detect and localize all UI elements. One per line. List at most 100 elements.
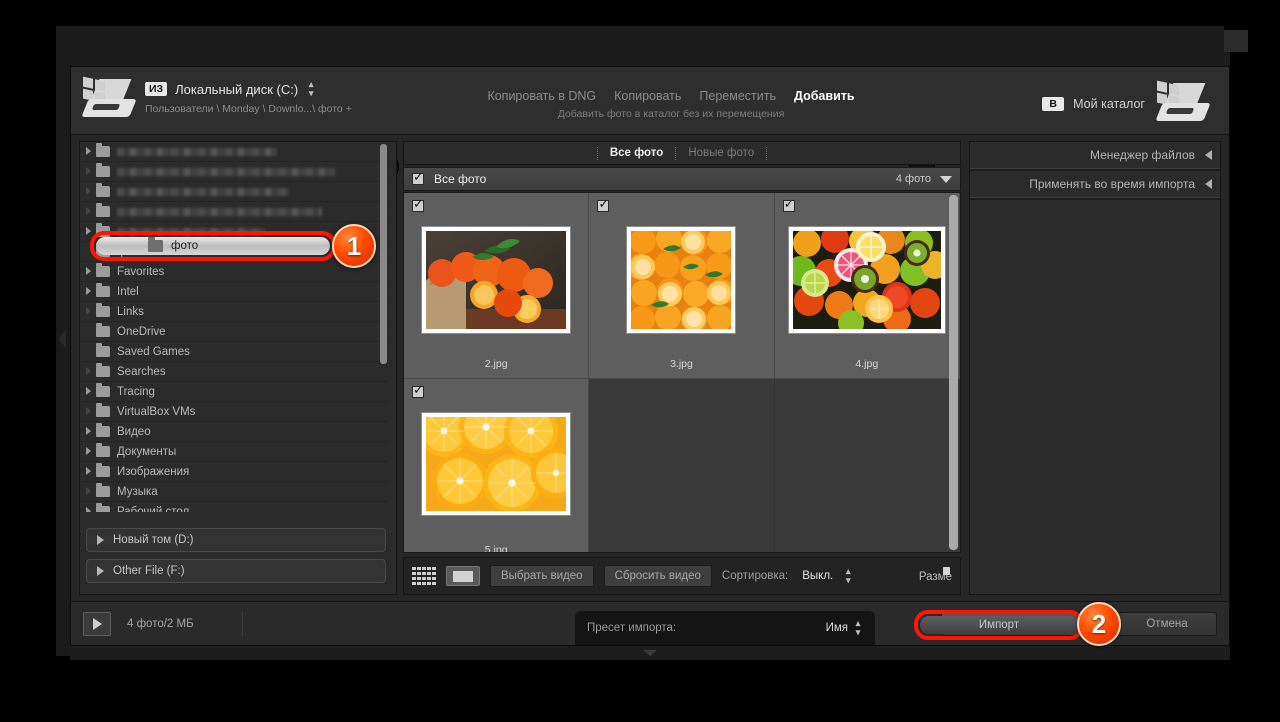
photo-cell[interactable]: 3.jpg: [589, 193, 775, 379]
preset-value[interactable]: Имя ▴ ▾: [826, 619, 863, 637]
tree-item-label: Favorites: [117, 265, 165, 278]
disclosure-caret: [97, 566, 104, 576]
cancel-button[interactable]: Отмена: [1117, 611, 1217, 636]
tree-item-label: Links: [117, 305, 144, 318]
photo-source-tabs: Все фото Новые фото: [403, 141, 961, 165]
tree-item-saved-games[interactable]: Saved Games: [80, 342, 388, 362]
volume-label: Other File (F:): [113, 565, 185, 577]
folder-icon: [96, 483, 110, 497]
thumbnail-size-control[interactable]: Разме: [896, 567, 952, 585]
tree-item-onedrive[interactable]: OneDrive: [80, 322, 388, 342]
mode-add[interactable]: Добавить: [794, 89, 855, 103]
sort-dropdown-icon[interactable]: ▴ ▾: [843, 567, 853, 585]
tree-item-links[interactable]: Links: [80, 302, 388, 322]
folder-icon: [96, 303, 110, 317]
mode-copy[interactable]: Копировать: [614, 89, 681, 103]
tree-item-label: фото: [117, 245, 145, 258]
tree-item-documents[interactable]: Документы: [80, 442, 388, 462]
disclosure-caret[interactable]: [80, 286, 96, 298]
loupe-view-icon[interactable]: [446, 566, 480, 586]
volume-item-d[interactable]: Новый том (D:): [86, 528, 386, 552]
tree-item[interactable]: [80, 142, 388, 162]
left-panel-collapse-arrow[interactable]: [58, 330, 66, 348]
photo-checkbox[interactable]: [412, 197, 424, 212]
sort-value[interactable]: Выкл.: [802, 570, 833, 582]
photo-thumbnail[interactable]: [788, 227, 945, 333]
dialog-body: фото Favorites Intel Links OneDrive Save…: [71, 135, 1229, 601]
disclosure-caret[interactable]: [80, 466, 96, 478]
photo-checkbox[interactable]: [597, 197, 610, 212]
tree-scrollbar[interactable]: [380, 144, 387, 364]
disclosure-caret[interactable]: [80, 366, 96, 378]
tree-item[interactable]: [80, 162, 388, 182]
tab-all-photos[interactable]: Все фото: [598, 147, 675, 159]
volume-item-f[interactable]: Other File (F:): [86, 559, 386, 583]
mode-move[interactable]: Переместить: [699, 89, 776, 103]
chevron-left-icon[interactable]: [1205, 150, 1212, 160]
photo-thumbnail[interactable]: [422, 413, 571, 515]
tab-new-photos[interactable]: Новые фото: [676, 147, 766, 159]
photo-filename: 5.jpg: [484, 544, 508, 553]
photo-checkbox[interactable]: [782, 197, 795, 212]
photo-thumbnail[interactable]: [422, 227, 571, 333]
destination-name[interactable]: Мой каталог: [1073, 97, 1145, 111]
photo-cell[interactable]: 5.jpg: [404, 379, 590, 553]
select-video-button[interactable]: Выбрать видео: [490, 565, 594, 587]
grid-photo-count: 4 фото: [895, 173, 931, 185]
chevron-left-icon[interactable]: [1205, 179, 1212, 189]
file-handling-section[interactable]: Менеджер файлов: [970, 142, 1220, 168]
disclosure-caret[interactable]: [80, 406, 96, 418]
grid-view-icon[interactable]: [412, 567, 436, 585]
tree-item-searches[interactable]: Searches: [80, 362, 388, 382]
source-dropdown-icon[interactable]: ▴ ▾: [306, 80, 316, 98]
tree-item-intel[interactable]: Intel: [80, 282, 388, 302]
disclosure-caret[interactable]: [80, 486, 96, 498]
disclosure-caret[interactable]: [80, 506, 96, 512]
reset-video-button[interactable]: Сбросить видео: [603, 565, 712, 587]
disclosure-caret[interactable]: [80, 146, 96, 158]
tree-item[interactable]: [80, 182, 388, 202]
disclosure-caret[interactable]: [80, 446, 96, 458]
disclosure-caret[interactable]: [80, 426, 96, 438]
thumbnail-image-mixed-citrus-kiwi: [792, 231, 941, 329]
photo-thumbnail[interactable]: [627, 227, 736, 333]
tree-item-label: Tracing: [117, 385, 155, 398]
mode-copy-as-dng[interactable]: Копировать в DNG: [487, 89, 596, 103]
disclosure-caret[interactable]: [80, 266, 96, 278]
play-button[interactable]: [83, 611, 111, 636]
tree-item-video[interactable]: Видео: [80, 422, 388, 442]
destination-selector[interactable]: В Мой каталог: [1042, 80, 1219, 127]
folder-icon: [96, 363, 110, 377]
apply-during-import-section[interactable]: Применять во время импорта: [970, 171, 1220, 197]
disclosure-caret[interactable]: [80, 206, 96, 218]
tree-item-music[interactable]: Музыка: [80, 482, 388, 502]
tree-item[interactable]: [80, 202, 388, 222]
thumbnail-image-orange-slices-closeup: [426, 417, 567, 511]
source-selector[interactable]: ИЗ Локальный диск (C:) ▴ ▾ Пользователи \…: [81, 76, 352, 123]
photo-cell[interactable]: 2.jpg: [404, 193, 590, 379]
folder-icon: [96, 443, 110, 457]
tree-item-virtualbox-vms[interactable]: VirtualBox VMs: [80, 402, 388, 422]
chevron-down-icon: [643, 650, 657, 656]
disclosure-caret[interactable]: [80, 226, 96, 238]
photo-filename: 3.jpg: [670, 358, 693, 370]
import-preset-selector[interactable]: Пресет импорта: Имя ▴ ▾: [575, 611, 875, 645]
photo-checkbox[interactable]: [412, 383, 424, 398]
grid-scrollbar[interactable]: [949, 195, 958, 550]
photo-cell[interactable]: 4.jpg: [774, 193, 960, 379]
thumbnail-grid[interactable]: 2.jpg: [403, 192, 961, 553]
disclosure-caret[interactable]: [80, 186, 96, 198]
tree-item-desktop[interactable]: Рабочий стол: [80, 502, 388, 512]
bottom-collapse-handle[interactable]: [70, 646, 1230, 660]
source-name[interactable]: Локальный диск (C:): [175, 82, 298, 97]
tree-item-tracing[interactable]: Tracing: [80, 382, 388, 402]
chevron-down-icon[interactable]: [940, 175, 952, 183]
tree-item-images[interactable]: Изображения: [80, 462, 388, 482]
annotation-badge-2: 2: [1077, 602, 1121, 646]
disclosure-caret[interactable]: [80, 166, 96, 178]
disclosure-caret[interactable]: [80, 306, 96, 318]
disclosure-caret[interactable]: [80, 386, 96, 398]
folder-tree[interactable]: фото Favorites Intel Links OneDrive Save…: [80, 142, 388, 512]
tree-item-favorites[interactable]: Favorites: [80, 262, 388, 282]
select-all-checkbox[interactable]: [412, 170, 424, 185]
